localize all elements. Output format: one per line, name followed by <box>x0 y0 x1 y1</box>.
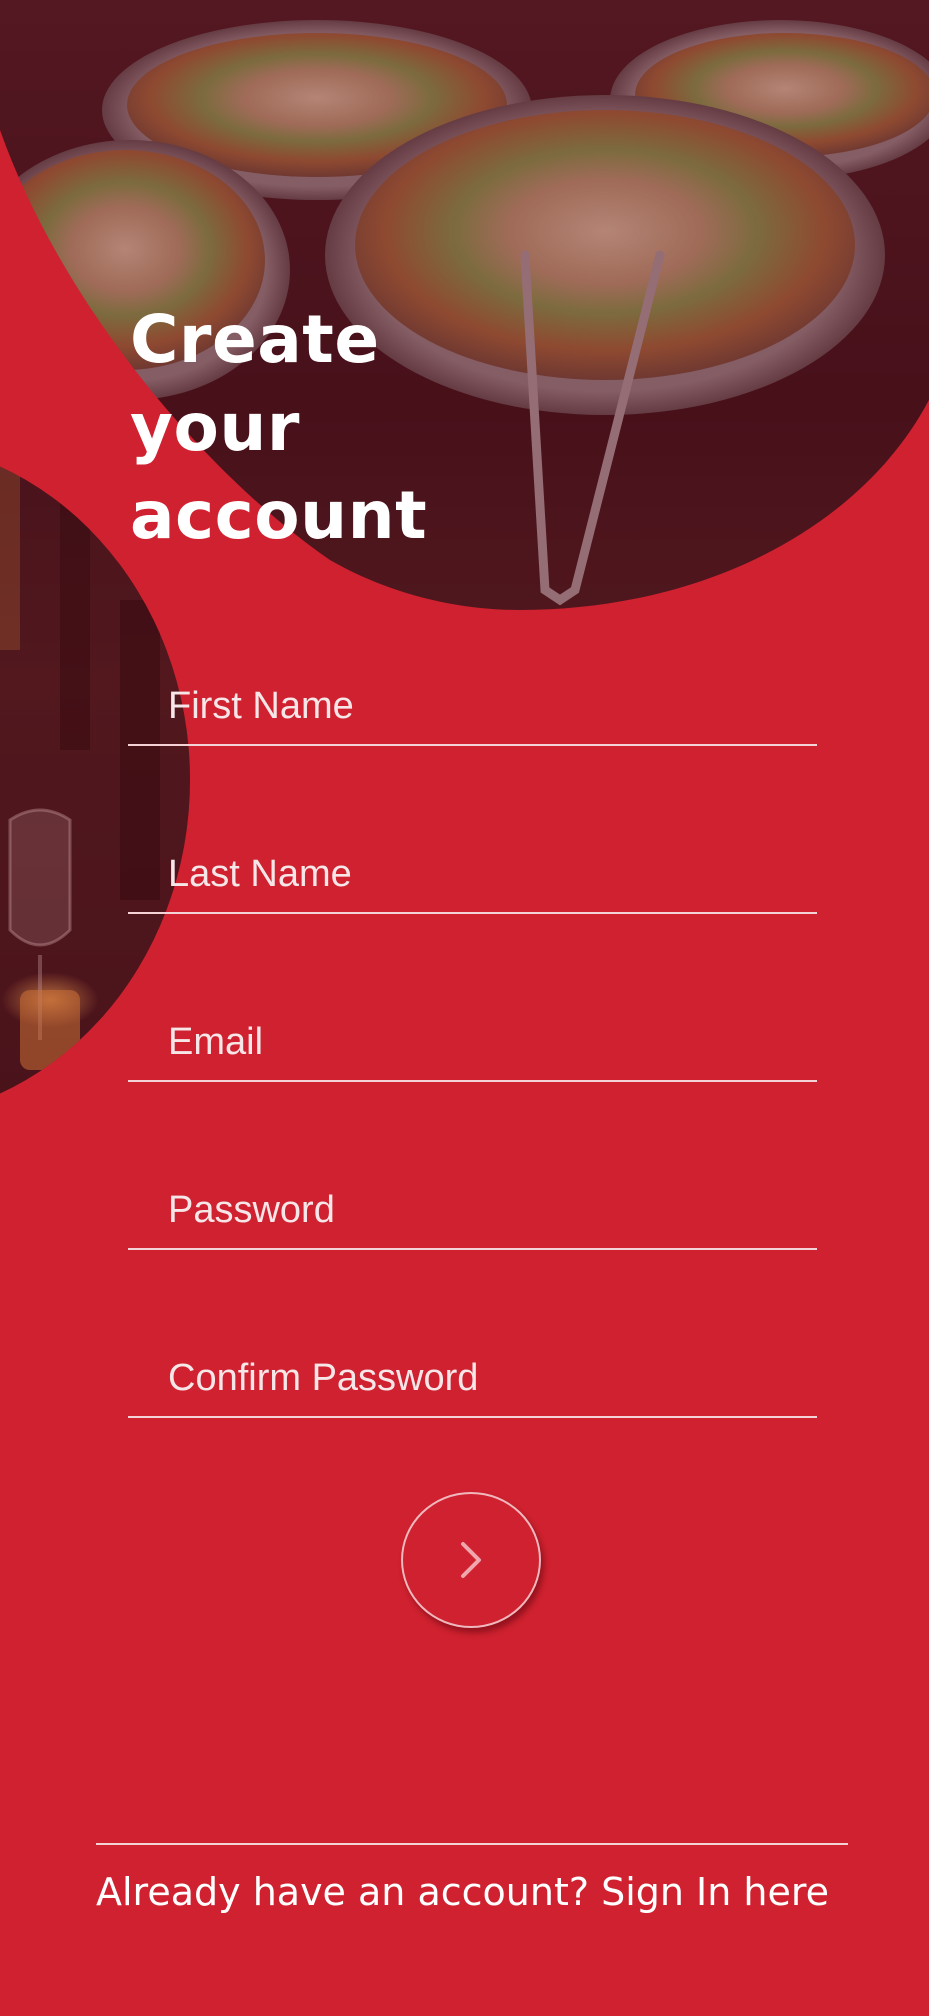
chevron-right-icon <box>451 1538 491 1582</box>
first-name-input[interactable] <box>168 678 788 734</box>
sign-in-link[interactable]: Already have an account? Sign In here <box>96 1870 856 1914</box>
first-name-field <box>128 658 817 746</box>
signup-screen: Create your account Already have an acco… <box>0 0 929 2016</box>
email-input[interactable] <box>168 1014 788 1070</box>
email-field <box>128 994 817 1082</box>
next-button[interactable] <box>401 1492 541 1628</box>
title-line-2: your <box>130 389 300 466</box>
page-title: Create your account <box>130 296 427 560</box>
password-input[interactable] <box>168 1182 788 1238</box>
confirm-password-input[interactable] <box>168 1350 788 1406</box>
last-name-field <box>128 826 817 914</box>
title-line-1: Create <box>130 301 380 378</box>
confirm-password-field <box>128 1330 817 1418</box>
footer-divider <box>96 1843 848 1845</box>
password-field <box>128 1162 817 1250</box>
title-line-3: account <box>130 477 428 554</box>
last-name-input[interactable] <box>168 846 788 902</box>
